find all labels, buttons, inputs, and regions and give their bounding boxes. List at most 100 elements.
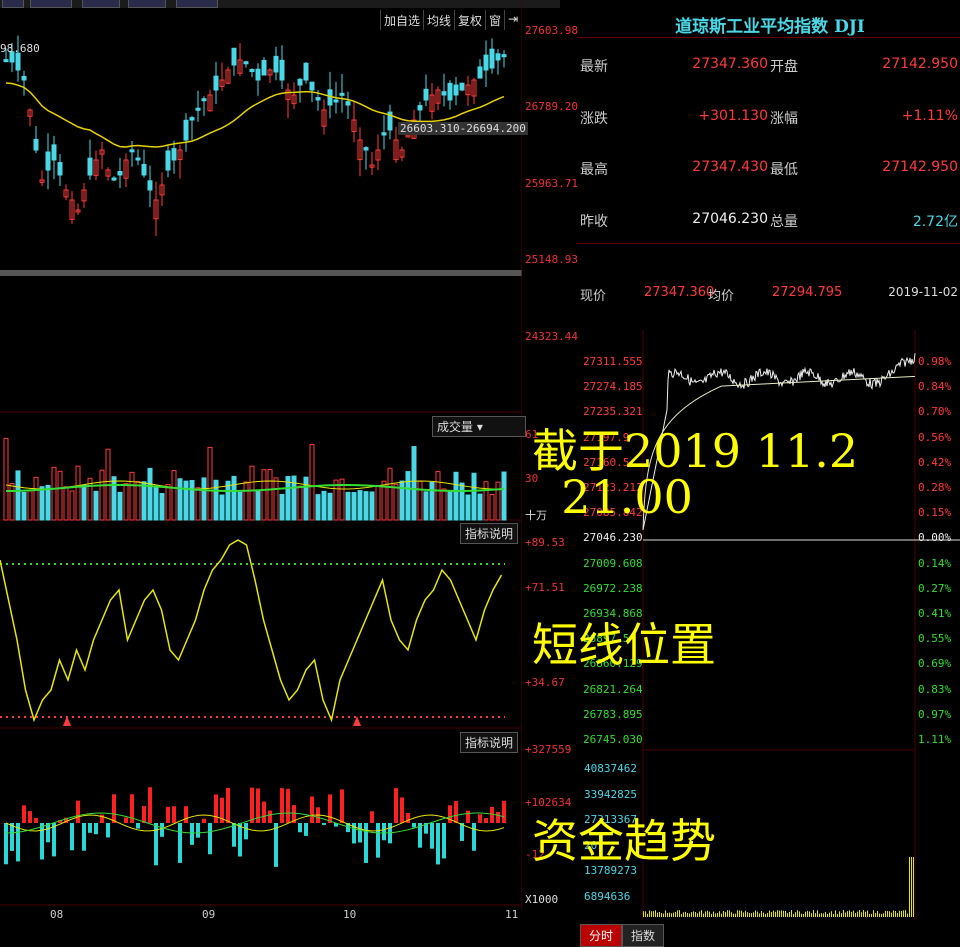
capital-bar: [184, 806, 188, 823]
capital-bar: [454, 801, 458, 823]
intraday-volume-bar: [729, 910, 730, 917]
candle: [304, 63, 308, 80]
kline-chart[interactable]: [0, 0, 522, 910]
capital-bar: [478, 814, 482, 823]
candle: [460, 83, 464, 90]
capital-bar: [214, 795, 218, 823]
intraday-volume-bar: [743, 912, 744, 917]
intraday-volume-bar: [647, 914, 648, 917]
candle: [202, 99, 206, 101]
capital-bar: [442, 823, 446, 858]
intraday-price-tick: 27274.185: [583, 380, 643, 393]
intraday-price-tick: 27311.555: [583, 355, 643, 368]
volume-bar: [136, 482, 140, 520]
intraday-volume-bar: [877, 911, 878, 917]
volume-bar: [454, 472, 458, 520]
volume-bar: [364, 492, 368, 520]
intraday-volume-bar: [881, 914, 882, 917]
capital-bar: [268, 811, 272, 823]
intraday-volume-bar: [643, 911, 644, 917]
capital-bar: [394, 788, 398, 823]
intraday-volume-bar: [699, 911, 700, 917]
volume-bar: [298, 486, 302, 520]
capital-bar: [376, 823, 380, 858]
intraday-volume-bar: [719, 911, 720, 917]
indicator-help-button[interactable]: 指标说明: [460, 523, 518, 544]
capital-bar: [304, 823, 308, 836]
candle: [88, 158, 92, 175]
intraday-volume-bar: [883, 913, 884, 917]
intraday-volume-bar: [867, 911, 868, 917]
volume-bar: [100, 470, 104, 520]
indicator-help-button[interactable]: 指标说明: [460, 732, 518, 753]
candle: [184, 120, 188, 140]
capital-bar: [160, 823, 164, 837]
capital-bar: [34, 818, 38, 823]
intraday-pct-tick: 0.56%: [918, 431, 951, 444]
volume-ma: [6, 485, 504, 491]
intraday-volume-bar: [725, 912, 726, 917]
volume-dropdown[interactable]: 成交量 ▾: [432, 416, 526, 437]
intraday-volume-bar: [797, 910, 798, 917]
intraday-volume-bar: [661, 913, 662, 917]
intraday-volume-bar: [857, 912, 858, 917]
intraday-volume-bar: [771, 912, 772, 917]
intraday-volume-bar: [721, 914, 722, 917]
short-position-line: [0, 540, 502, 720]
candle: [244, 62, 248, 64]
intraday-tabs: 分时 指数: [580, 924, 664, 947]
volume-bar: [502, 472, 506, 520]
price-tick: 26789.20: [525, 100, 578, 113]
intraday-volume-bar: [905, 910, 906, 917]
candle: [442, 92, 446, 95]
intraday-volume-bar: [825, 912, 826, 917]
volume-bar: [304, 477, 308, 520]
tab-index[interactable]: 指数: [622, 924, 664, 947]
volume-bar: [16, 471, 20, 520]
intraday-volume-bar: [665, 911, 666, 917]
intraday-volume-bar: [841, 913, 842, 917]
capital-bar: [148, 787, 152, 823]
volume-bar: [130, 472, 134, 520]
intraday-volume-bar: [717, 913, 718, 917]
capital-bar: [4, 823, 8, 864]
volume-bar: [424, 492, 428, 520]
divider: [577, 243, 960, 244]
capital-bar: [358, 823, 362, 842]
volume-bar: [4, 438, 8, 520]
intraday-volume-tick: 40837462: [584, 762, 637, 775]
candle: [418, 106, 422, 110]
volume-bar: [478, 494, 482, 520]
intraday-volume-bar: [681, 914, 682, 917]
volume-bar: [322, 491, 326, 520]
volume-bar: [484, 482, 488, 520]
intraday-volume-bar: [859, 910, 860, 917]
candle: [280, 60, 284, 80]
intraday-pct-tick: 0.55%: [918, 632, 951, 645]
capital-bar: [46, 823, 50, 842]
capital-bar: [178, 823, 182, 863]
capital-bar: [142, 806, 146, 823]
intraday-volume-bar: [875, 913, 876, 917]
capital-bar: [274, 823, 278, 867]
volume-bar: [160, 493, 164, 520]
tab-timeshare[interactable]: 分时: [580, 924, 622, 947]
candle: [58, 163, 62, 175]
capital-bar: [202, 819, 206, 823]
intraday-volume-bar: [845, 913, 846, 917]
intraday-volume-bar: [889, 911, 890, 917]
candle: [274, 56, 278, 72]
candle: [382, 133, 386, 135]
intraday-volume-bar: [705, 911, 706, 917]
candle: [118, 171, 122, 175]
volume-bar: [124, 484, 128, 520]
intraday-volume-bar: [747, 912, 748, 917]
volume-bar: [376, 486, 380, 520]
volume-bar: [184, 481, 188, 520]
capital-bar: [310, 797, 314, 823]
divider: [577, 37, 960, 38]
pane-divider: [0, 270, 522, 276]
intraday-price-tick: 26972.238: [583, 582, 643, 595]
volume-bar: [274, 478, 278, 520]
volume-bar: [166, 485, 170, 520]
